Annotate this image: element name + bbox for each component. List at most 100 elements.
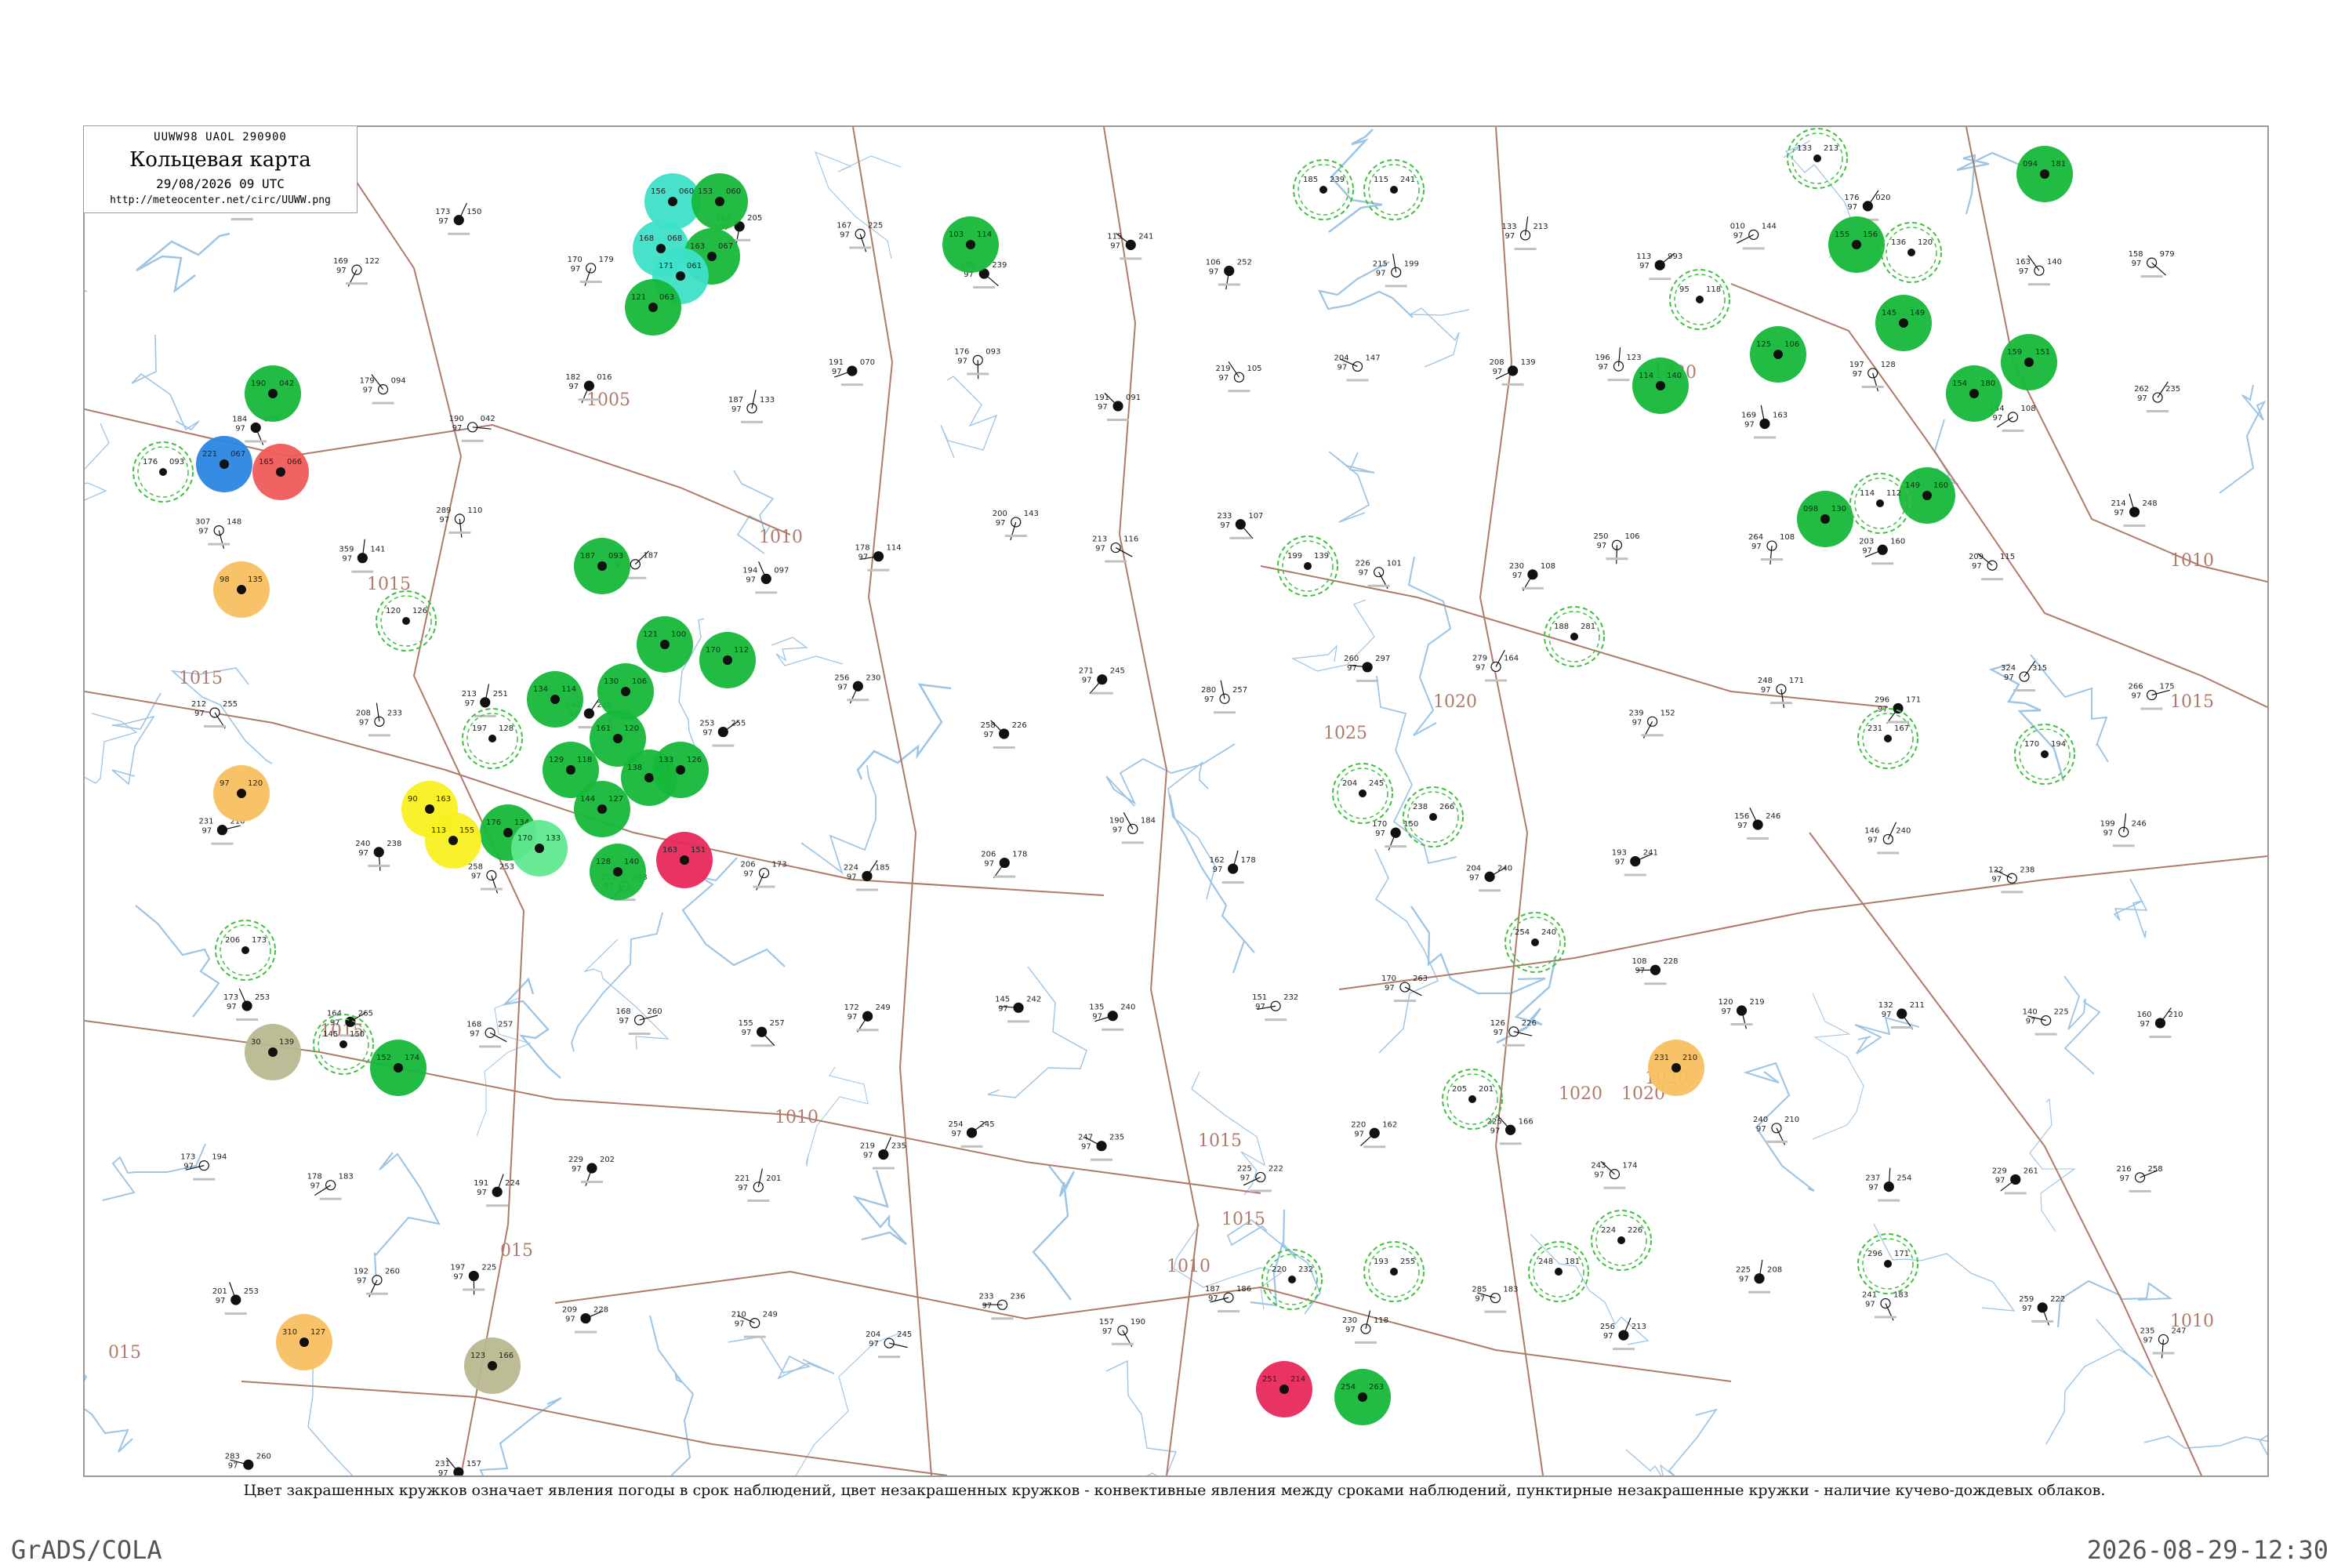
station-dew: 97 <box>832 368 842 376</box>
station-dew: 97 <box>2132 260 2142 268</box>
station-pressure: 253 <box>499 863 514 872</box>
station-dew: 97 <box>1733 231 1744 240</box>
station-name-placeholder <box>1624 873 1646 877</box>
circle-temp: 098 <box>1803 505 1818 514</box>
ring-pressure: 118 <box>1706 285 1721 294</box>
station-temp: 115 <box>1107 232 1122 241</box>
ring-temp: 114 <box>1860 489 1875 498</box>
station-temp: 193 <box>1612 849 1627 858</box>
cb-ring: 199 139 <box>1277 535 1338 597</box>
station-pressure: 257 <box>1232 686 1247 695</box>
station-temp: 190 <box>1109 816 1124 825</box>
station-name-placeholder <box>580 1181 603 1184</box>
station-dew: 97 <box>738 1184 748 1192</box>
station-pressure: 144 <box>1762 222 1777 230</box>
station-plot: 197 225 97 <box>450 1263 496 1295</box>
station-name-placeholder <box>1612 1348 1635 1351</box>
circle-temp: 121 <box>643 630 658 639</box>
station-pressure: 210 <box>1784 1116 1799 1124</box>
station-temp: 172 <box>844 1004 859 1012</box>
station-dew: 97 <box>957 357 967 365</box>
station-name-placeholder <box>1485 679 1508 682</box>
station-plot: 225 222 97 <box>1237 1164 1283 1192</box>
circle-temp: 155 <box>1835 230 1849 239</box>
circle-pressure: 106 <box>1784 340 1799 349</box>
station-plot: 240 238 97 <box>355 840 401 871</box>
station-plot: 158 979 97 <box>2129 250 2175 278</box>
station-dew: 97 <box>235 424 245 433</box>
station-plot: 219 235 97 <box>860 1137 906 1170</box>
station-name-placeholder <box>578 398 601 401</box>
station-temp: 235 <box>2140 1327 2154 1335</box>
weather-circle-green: 121 063 <box>625 279 681 336</box>
station-name-placeholder <box>750 1044 773 1047</box>
station-temp: 212 <box>191 700 206 709</box>
ring-temp: 204 <box>1342 779 1357 788</box>
station-pressure: 225 <box>2054 1008 2069 1017</box>
circle-temp: 138 <box>627 764 642 772</box>
station-dew: 97 <box>471 873 481 881</box>
weather-circle-light_green: 170 133 <box>511 820 568 877</box>
station-pressure: 205 <box>747 214 762 223</box>
station-dew: 97 <box>1512 572 1523 580</box>
station-name-placeholder <box>855 888 878 891</box>
station-pressure: 263 <box>1413 975 1428 983</box>
ring-temp: 206 <box>225 936 240 945</box>
station-name-placeholder <box>1214 711 1236 714</box>
station-name-placeholder <box>755 591 778 594</box>
station-temp: 260 <box>1344 655 1359 663</box>
station-dew: 97 <box>840 230 850 239</box>
station-plot: 173 150 97 <box>435 202 481 235</box>
station-temp: 204 <box>1466 864 1481 873</box>
station-pressure: 107 <box>1248 512 1263 521</box>
circle-station-marker <box>621 687 630 696</box>
synoptic-map: 1005101010151015101010151020102010251010… <box>85 127 2267 1475</box>
ring-station-marker <box>402 617 410 625</box>
ring-pressure: 167 <box>1894 724 1909 733</box>
station-dew: 97 <box>1596 542 1606 550</box>
station-name-placeholder <box>2034 1033 2057 1036</box>
station-pressure: 157 <box>466 1460 481 1468</box>
station-temp: 210 <box>731 1311 746 1319</box>
station-temp: 133 <box>1502 223 1517 231</box>
station-pressure: 108 <box>2020 405 2035 413</box>
station-dew: 97 <box>1204 695 1214 704</box>
station-plot: 215 199 97 <box>1373 253 1419 288</box>
circle-station-marker <box>715 197 724 206</box>
station-plot: 157 190 97 <box>1099 1318 1145 1347</box>
circle-temp: 90 <box>408 795 418 804</box>
station-dew: 97 <box>1098 403 1108 412</box>
station-plot: 224 185 97 <box>844 860 890 891</box>
station-dew: 97 <box>1505 232 1515 241</box>
circle-station-marker <box>648 303 658 312</box>
ring-temp: 193 <box>1374 1258 1388 1266</box>
station-dew: 97 <box>1847 203 1857 212</box>
station-pressure: 115 <box>2000 553 2015 561</box>
station-pressure: 208 <box>1767 1266 1782 1275</box>
station-dew: 97 <box>1737 822 1748 830</box>
station-temp: 176 <box>954 347 969 356</box>
station-temp: 219 <box>860 1142 875 1151</box>
station-name-placeholder <box>193 1178 216 1181</box>
station-dew: 97 <box>2004 673 2014 682</box>
station-temp: 106 <box>1206 258 1221 267</box>
station-dew: 97 <box>996 519 1006 528</box>
station-dew: 97 <box>1240 1174 1250 1182</box>
station-name-placeholder <box>1229 536 1252 539</box>
station-name-placeholder <box>2002 429 2024 432</box>
station-plot: 247 235 97 <box>1078 1134 1124 1161</box>
circle-temp: 134 <box>533 685 548 694</box>
station-plot: 190 184 97 <box>1109 812 1156 844</box>
station-name-placeholder <box>1107 419 1130 422</box>
isobar-label: 1015 <box>1198 1131 1242 1151</box>
station-pressure: 226 <box>1012 721 1027 730</box>
map-title-box: UUWW98 UAOL 290900 Кольцевая карта 29/08… <box>83 125 358 213</box>
station-temp: 196 <box>1595 354 1610 362</box>
station-pressure: 252 <box>1237 258 1252 267</box>
station-dew: 97 <box>2140 1020 2150 1029</box>
circle-pressure: 151 <box>691 846 706 855</box>
station-dew: 97 <box>1761 686 1771 695</box>
isobar-line <box>1479 127 1544 1475</box>
river <box>1530 1233 1650 1345</box>
station-temp: 324 <box>2001 664 2016 673</box>
